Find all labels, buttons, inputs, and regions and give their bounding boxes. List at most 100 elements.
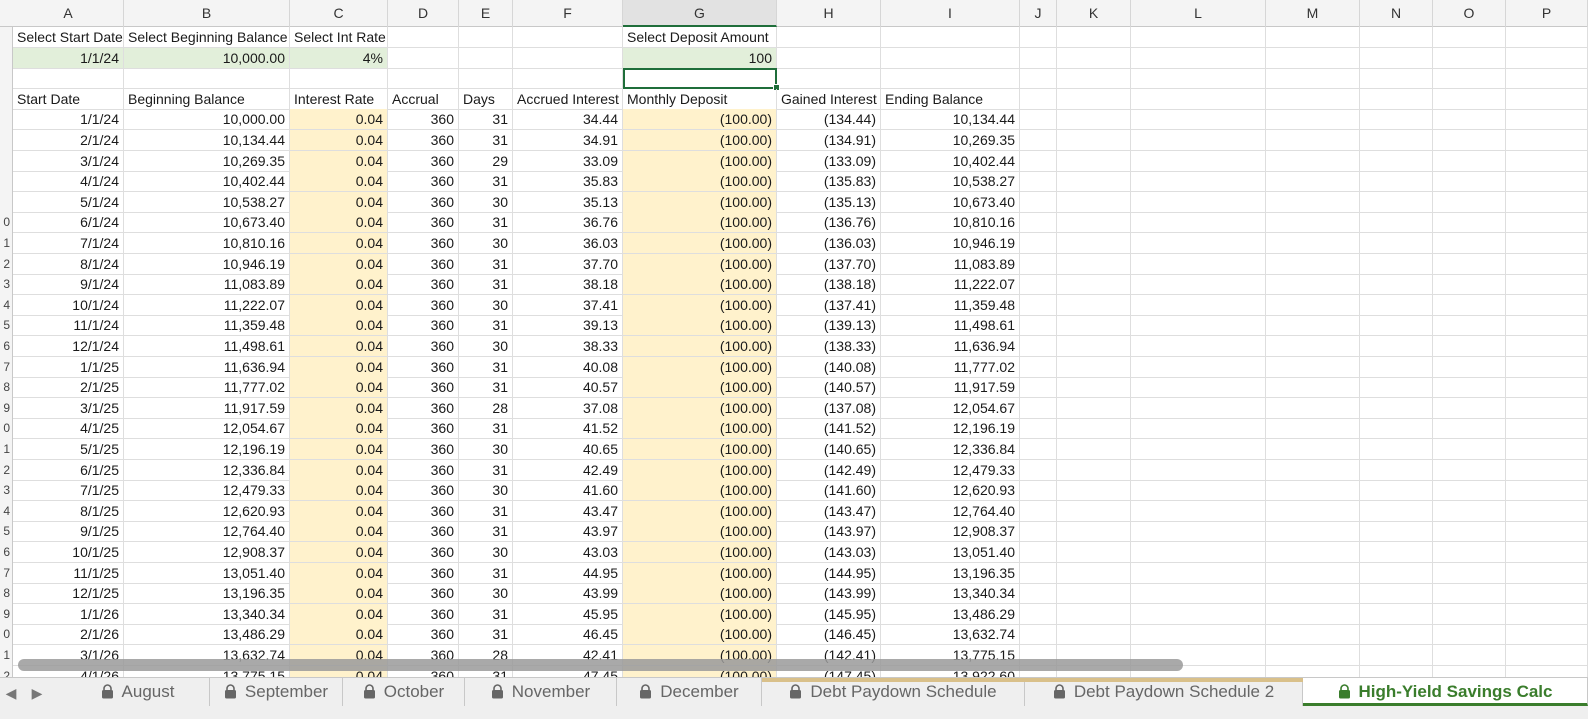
- grid-cell[interactable]: [1433, 542, 1506, 563]
- table-cell[interactable]: 29: [459, 150, 513, 172]
- table-cell[interactable]: 37.41: [513, 294, 623, 316]
- grid-cell[interactable]: [1057, 624, 1131, 646]
- table-cell[interactable]: 28: [459, 397, 513, 419]
- row-header[interactable]: 3: [3, 480, 10, 501]
- grid-cell[interactable]: [1057, 88, 1131, 110]
- grid-cell[interactable]: [1131, 397, 1266, 419]
- table-cell[interactable]: (100.00): [623, 191, 777, 213]
- table-cell[interactable]: 31: [459, 274, 513, 296]
- tab-scroll-right-icon[interactable]: ▶: [26, 678, 48, 708]
- grid-cell[interactable]: [1020, 336, 1057, 357]
- horizontal-scrollbar[interactable]: [13, 655, 1588, 675]
- grid-cell[interactable]: [1020, 47, 1057, 69]
- table-cell[interactable]: (100.00): [623, 294, 777, 316]
- grid-cell[interactable]: [1266, 562, 1360, 584]
- row-header[interactable]: 4: [3, 501, 10, 522]
- grid-cell[interactable]: [1266, 603, 1360, 625]
- grid-cell[interactable]: [1360, 150, 1433, 172]
- table-cell[interactable]: 10,538.27: [124, 191, 290, 213]
- column-header-b[interactable]: B: [124, 0, 290, 27]
- column-header-l[interactable]: L: [1131, 0, 1266, 27]
- table-cell[interactable]: 11/1/24: [13, 315, 124, 337]
- table-cell[interactable]: 31: [459, 521, 513, 543]
- row-header[interactable]: 1: [3, 233, 10, 254]
- grid-cell[interactable]: [1433, 68, 1506, 90]
- start-date-input[interactable]: 1/1/24: [13, 47, 124, 69]
- grid-cell[interactable]: [1020, 439, 1057, 460]
- table-cell[interactable]: (100.00): [623, 150, 777, 172]
- grid-cell[interactable]: [1266, 418, 1360, 440]
- grid-cell[interactable]: [777, 47, 881, 69]
- table-cell[interactable]: (144.95): [777, 562, 881, 584]
- table-cell[interactable]: 10,673.40: [124, 212, 290, 234]
- grid-cell[interactable]: [1506, 562, 1588, 584]
- table-cell[interactable]: 10,134.44: [124, 130, 290, 151]
- grid-cell[interactable]: [1057, 171, 1131, 193]
- table-cell[interactable]: 43.99: [513, 583, 623, 605]
- table-cell[interactable]: 0.04: [290, 294, 388, 316]
- table-cell[interactable]: 360: [388, 336, 459, 357]
- table-cell[interactable]: 9/1/25: [13, 521, 124, 543]
- table-cell[interactable]: (133.09): [777, 150, 881, 172]
- column-header-c[interactable]: C: [290, 0, 388, 27]
- grid-cell[interactable]: [1057, 397, 1131, 419]
- grid-cell[interactable]: [1131, 274, 1266, 296]
- table-cell[interactable]: 0.04: [290, 377, 388, 399]
- table-cell[interactable]: 0.04: [290, 418, 388, 440]
- table-cell[interactable]: 360: [388, 191, 459, 213]
- table-cell[interactable]: (143.97): [777, 521, 881, 543]
- table-cell[interactable]: 13,632.74: [881, 624, 1020, 646]
- grid-cell[interactable]: [1020, 171, 1057, 193]
- table-cell[interactable]: 0.04: [290, 583, 388, 605]
- grid-cell[interactable]: [1266, 294, 1360, 316]
- grid-cell[interactable]: [1057, 253, 1131, 275]
- table-cell[interactable]: 13,196.35: [881, 562, 1020, 584]
- table-cell[interactable]: 0.04: [290, 542, 388, 563]
- table-cell[interactable]: 40.08: [513, 356, 623, 378]
- sheet-tab[interactable]: October: [343, 678, 465, 706]
- table-cell[interactable]: 11,636.94: [881, 336, 1020, 357]
- table-cell[interactable]: 37.08: [513, 397, 623, 419]
- table-cell[interactable]: 11,777.02: [124, 377, 290, 399]
- table-cell[interactable]: 1/1/24: [13, 109, 124, 131]
- grid-cell[interactable]: [1057, 583, 1131, 605]
- table-cell[interactable]: 42.49: [513, 459, 623, 481]
- column-header-p[interactable]: P: [1506, 0, 1588, 27]
- grid-cell[interactable]: [1360, 171, 1433, 193]
- grid-cell[interactable]: [1506, 356, 1588, 378]
- table-cell[interactable]: 41.52: [513, 418, 623, 440]
- grid-cell[interactable]: [1506, 294, 1588, 316]
- grid-cell[interactable]: [1433, 480, 1506, 502]
- grid-cell[interactable]: [1020, 500, 1057, 522]
- table-cell[interactable]: (134.91): [777, 130, 881, 151]
- table-cell[interactable]: 43.97: [513, 521, 623, 543]
- table-cell[interactable]: (100.00): [623, 459, 777, 481]
- table-cell[interactable]: (142.49): [777, 459, 881, 481]
- table-cell[interactable]: 43.47: [513, 500, 623, 522]
- table-cell[interactable]: 360: [388, 130, 459, 151]
- grid-cell[interactable]: [1057, 212, 1131, 234]
- table-cell[interactable]: 6/1/25: [13, 459, 124, 481]
- grid-cell[interactable]: [459, 68, 513, 90]
- table-cell[interactable]: 360: [388, 583, 459, 605]
- grid-cell[interactable]: [1506, 212, 1588, 234]
- table-cell[interactable]: 30: [459, 191, 513, 213]
- sheet-tab[interactable]: Debt Paydown Schedule: [762, 678, 1025, 706]
- table-cell[interactable]: 12/1/24: [13, 336, 124, 357]
- grid-cell[interactable]: [1433, 274, 1506, 296]
- grid-cell[interactable]: [1131, 233, 1266, 254]
- table-cell[interactable]: 360: [388, 521, 459, 543]
- grid-cell[interactable]: [1433, 150, 1506, 172]
- grid-cell[interactable]: [1433, 212, 1506, 234]
- grid-cell[interactable]: [1131, 439, 1266, 460]
- table-cell[interactable]: 360: [388, 212, 459, 234]
- table-cell[interactable]: 0.04: [290, 253, 388, 275]
- table-cell[interactable]: (100.00): [623, 542, 777, 563]
- table-cell[interactable]: (100.00): [623, 253, 777, 275]
- grid-cell[interactable]: [1266, 583, 1360, 605]
- grid-cell[interactable]: [1131, 68, 1266, 90]
- grid-cell[interactable]: [1506, 459, 1588, 481]
- grid-cell[interactable]: [1433, 624, 1506, 646]
- table-cell[interactable]: 10,269.35: [881, 130, 1020, 151]
- grid-cell[interactable]: [1266, 233, 1360, 254]
